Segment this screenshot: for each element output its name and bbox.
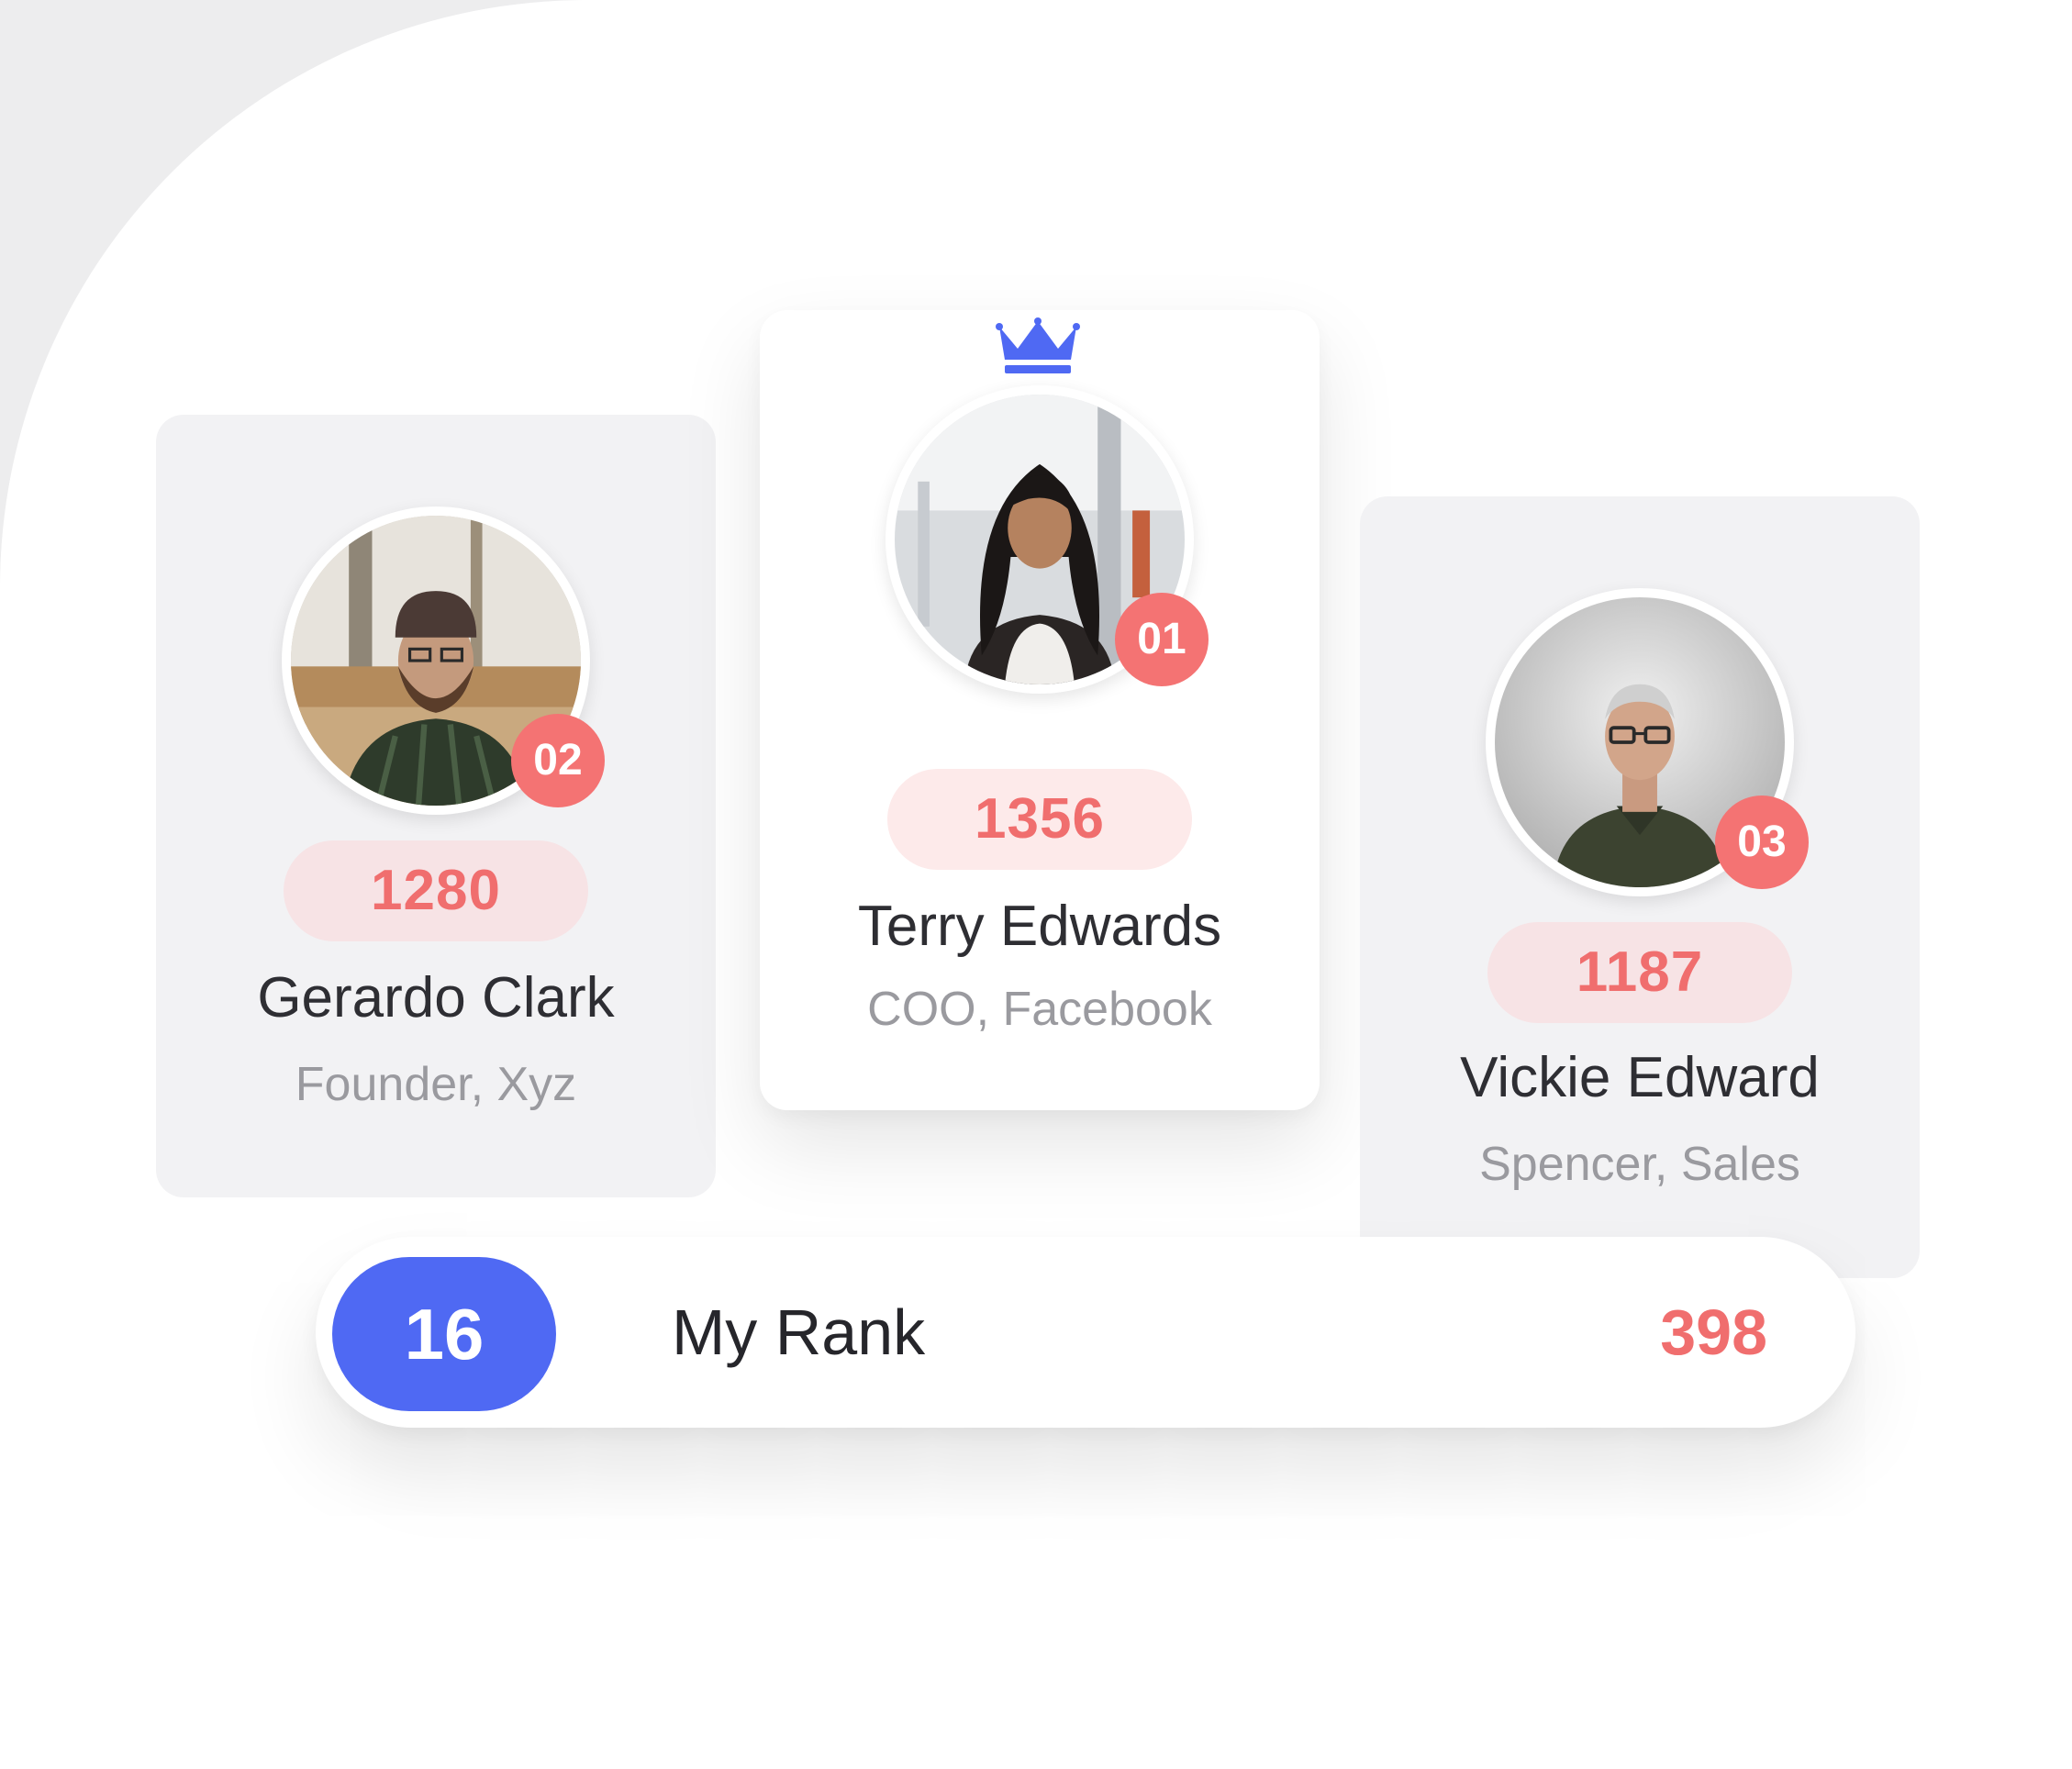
score-pill: 1280 bbox=[284, 840, 588, 941]
rank-badge: 02 bbox=[511, 714, 605, 807]
leader-name: Terry Edwards bbox=[857, 895, 1222, 958]
crown-icon bbox=[996, 317, 1080, 373]
leader-title: COO, Facebook bbox=[867, 983, 1212, 1036]
rank-badge: 03 bbox=[1715, 795, 1809, 889]
leader-card-first[interactable]: 01 1356 Terry Edwards COO, Facebook bbox=[760, 310, 1320, 1110]
rank-badge: 01 bbox=[1115, 593, 1209, 686]
score-pill: 1187 bbox=[1487, 922, 1792, 1023]
leader-title: Founder, Xyz bbox=[295, 1058, 577, 1111]
my-rank-number: 16 bbox=[332, 1257, 556, 1411]
avatar[interactable]: 03 bbox=[1486, 588, 1809, 896]
leader-title: Spencer, Sales bbox=[1479, 1138, 1800, 1191]
my-rank-score: 398 bbox=[1660, 1296, 1767, 1368]
avatar[interactable]: 02 bbox=[282, 506, 605, 815]
my-rank-bar[interactable]: 16 My Rank 398 bbox=[316, 1237, 1855, 1428]
leader-name: Vickie Edward bbox=[1460, 1046, 1820, 1109]
score-pill: 1356 bbox=[887, 769, 1192, 870]
my-rank-label: My Rank bbox=[672, 1296, 926, 1368]
leader-card-third[interactable]: 03 1187 Vickie Edward Spencer, Sales bbox=[1360, 496, 1920, 1278]
leaderboard-page: 02 1280 Gerardo Clark Founder, Xyz 01 13… bbox=[0, 0, 2072, 1769]
leader-name: Gerardo Clark bbox=[257, 966, 615, 1029]
avatar[interactable]: 01 bbox=[886, 385, 1209, 694]
leader-card-second[interactable]: 02 1280 Gerardo Clark Founder, Xyz bbox=[156, 415, 716, 1197]
